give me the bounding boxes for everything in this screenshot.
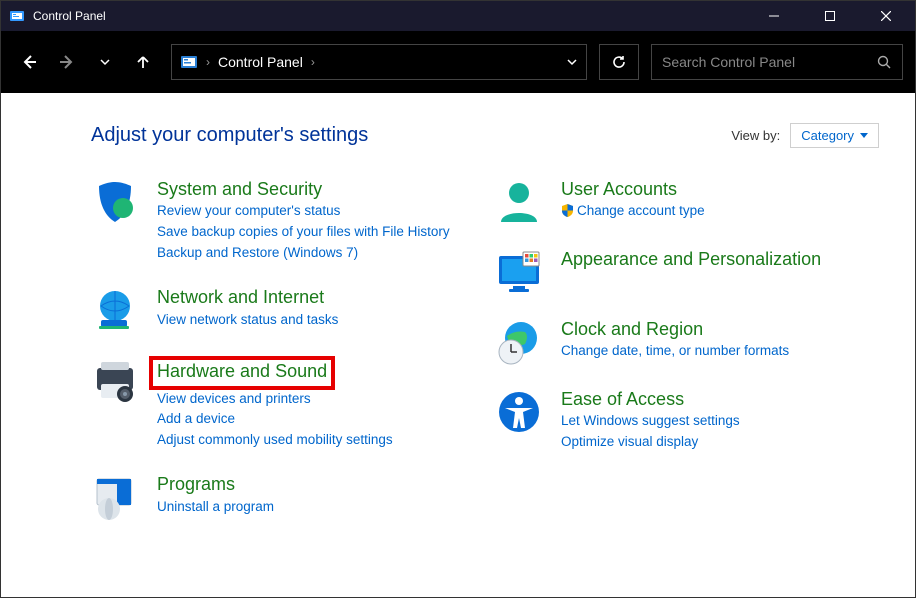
recent-button[interactable] — [89, 46, 121, 78]
category-link[interactable]: View network status and tasks — [157, 310, 475, 331]
chevron-right-icon: › — [311, 55, 315, 69]
category-network: Network and Internet View network status… — [91, 286, 475, 334]
category-link[interactable]: Optimize visual display — [561, 432, 879, 453]
category-title[interactable]: System and Security — [157, 178, 475, 201]
category-appearance: Appearance and Personalization — [495, 248, 879, 296]
refresh-button[interactable] — [599, 44, 639, 80]
category-title[interactable]: Programs — [157, 473, 475, 496]
category-programs: Programs Uninstall a program — [91, 473, 475, 521]
viewby-label: View by: — [731, 128, 780, 143]
chevron-right-icon: › — [206, 55, 210, 69]
category-link[interactable]: Backup and Restore (Windows 7) — [157, 243, 475, 264]
globe-icon — [91, 286, 139, 334]
category-clock-region: Clock and Region Change date, time, or n… — [495, 318, 879, 366]
window-title: Control Panel — [33, 9, 757, 23]
forward-button[interactable] — [51, 46, 83, 78]
search-input[interactable] — [662, 54, 877, 70]
category-link[interactable]: Add a device — [157, 409, 475, 430]
category-link[interactable]: Adjust commonly used mobility settings — [157, 430, 475, 451]
category-link-text: Change account type — [577, 203, 705, 218]
titlebar: Control Panel — [1, 1, 915, 31]
category-title[interactable]: Hardware and Sound — [157, 360, 327, 383]
navbar: › Control Panel › — [1, 31, 915, 93]
category-link[interactable]: Save backup copies of your files with Fi… — [157, 222, 475, 243]
up-button[interactable] — [127, 46, 159, 78]
viewby-value: Category — [801, 128, 854, 143]
category-link[interactable]: Change account type — [561, 201, 879, 222]
category-link[interactable]: View devices and printers — [157, 389, 475, 410]
search-icon[interactable] — [877, 55, 892, 70]
minimize-button[interactable] — [757, 4, 791, 28]
maximize-button[interactable] — [813, 4, 847, 28]
category-title[interactable]: Ease of Access — [561, 388, 879, 411]
page-heading: Adjust your computer's settings — [91, 124, 731, 147]
programs-icon — [91, 473, 139, 521]
accessibility-icon — [495, 388, 543, 436]
category-system-security: System and Security Review your computer… — [91, 178, 475, 264]
shield-icon — [91, 178, 139, 226]
uac-shield-icon — [561, 204, 574, 217]
highlight-box: Hardware and Sound — [149, 356, 335, 389]
back-button[interactable] — [13, 46, 45, 78]
address-bar[interactable]: › Control Panel › — [171, 44, 587, 80]
breadcrumb-control-panel[interactable]: Control Panel — [218, 54, 303, 70]
right-column: User Accounts Change account type Appear… — [495, 178, 879, 543]
category-link[interactable]: Uninstall a program — [157, 497, 475, 518]
control-panel-crumb-icon — [180, 54, 198, 70]
category-title[interactable]: User Accounts — [561, 178, 879, 201]
left-column: System and Security Review your computer… — [91, 178, 475, 543]
search-box[interactable] — [651, 44, 903, 80]
category-hardware-sound: Hardware and Sound View devices and prin… — [91, 356, 475, 451]
printer-icon — [91, 356, 139, 404]
monitor-icon — [495, 248, 543, 296]
category-link[interactable]: Change date, time, or number formats — [561, 341, 879, 362]
category-title[interactable]: Clock and Region — [561, 318, 879, 341]
category-title[interactable]: Appearance and Personalization — [561, 248, 879, 271]
chevron-down-icon — [860, 133, 868, 138]
control-panel-icon — [9, 8, 25, 24]
category-link[interactable]: Let Windows suggest settings — [561, 411, 879, 432]
content-area: Adjust your computer's settings View by:… — [1, 93, 915, 573]
close-button[interactable] — [869, 4, 903, 28]
chevron-down-icon[interactable] — [566, 56, 578, 68]
viewby-selector[interactable]: Category — [790, 123, 879, 148]
category-title[interactable]: Network and Internet — [157, 286, 475, 309]
category-ease-of-access: Ease of Access Let Windows suggest setti… — [495, 388, 879, 453]
user-icon — [495, 178, 543, 226]
category-link[interactable]: Review your computer's status — [157, 201, 475, 222]
clock-globe-icon — [495, 318, 543, 366]
category-user-accounts: User Accounts Change account type — [495, 178, 879, 226]
